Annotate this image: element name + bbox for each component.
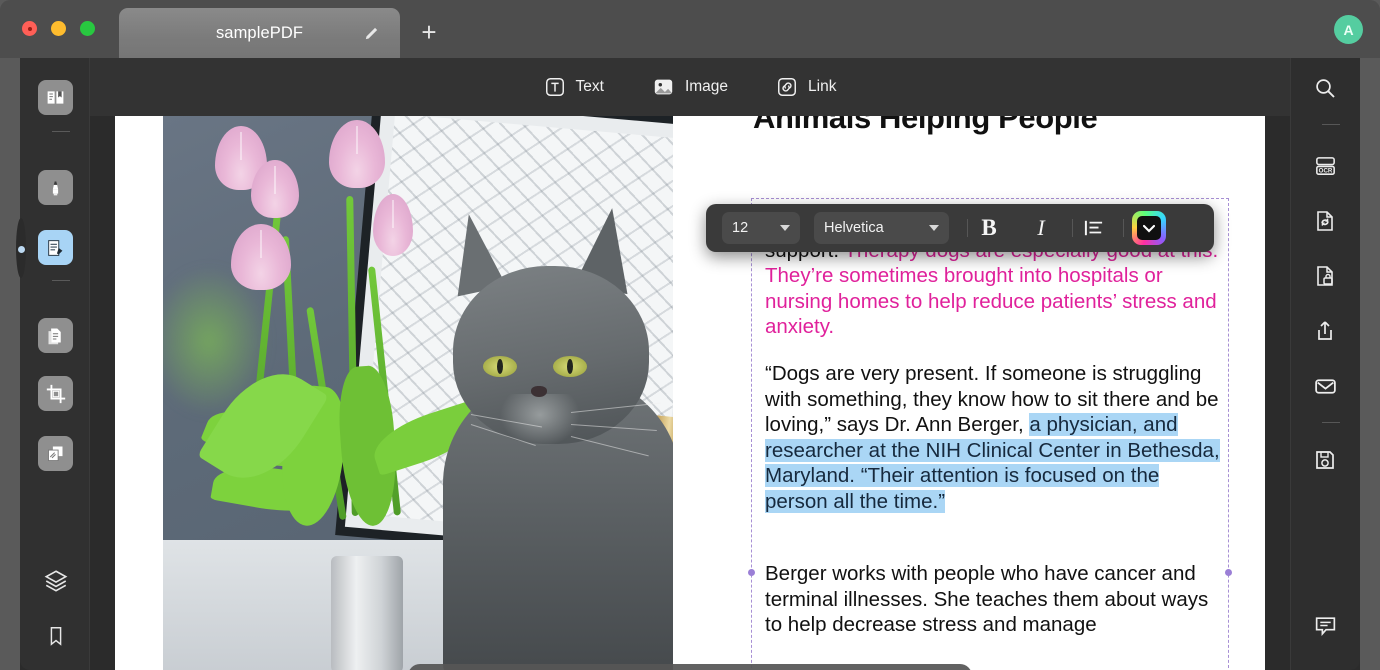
tool-text[interactable]: Text: [544, 76, 604, 98]
sidebar-item-bookmarks[interactable]: [38, 618, 73, 653]
zoom-page-toolbar: 141% 5 / 13: [408, 664, 972, 670]
comment-bubble-icon: [1313, 613, 1338, 638]
sidebar-item-annotate[interactable]: [38, 170, 73, 205]
font-size-value: 12: [732, 220, 748, 236]
format-divider-3: [1123, 219, 1124, 237]
sidebar-item-reader-view[interactable]: [38, 80, 73, 115]
maximize-window-button[interactable]: [80, 21, 95, 36]
sidebar-item-edit-pdf[interactable]: [38, 230, 73, 265]
document-tab[interactable]: samplePDF: [119, 8, 400, 58]
convert-document-icon: [1313, 209, 1337, 233]
window-left-edge: [0, 58, 20, 670]
main-shell: Text Image Link: [0, 58, 1380, 670]
tool-text-label: Text: [576, 78, 604, 96]
italic-button[interactable]: I: [1020, 212, 1062, 244]
color-swatch: [1137, 216, 1161, 240]
sidebar-item-watermark[interactable]: [38, 436, 73, 471]
lock-document-icon: [1313, 264, 1337, 288]
tool-image[interactable]: Image: [652, 76, 728, 98]
font-family-value: Helvetica: [824, 220, 884, 236]
title-bar: samplePDF + A: [0, 0, 1380, 58]
italic-label: I: [1037, 215, 1044, 241]
document-viewport[interactable]: Animals Helping People Animals can serve…: [90, 116, 1290, 670]
sidebar-item-share[interactable]: [1308, 314, 1342, 348]
page-text-column: Animals Helping People Animals can serve…: [733, 116, 1263, 670]
close-window-button[interactable]: [22, 21, 37, 36]
share-upload-icon: [1313, 319, 1337, 343]
highlighter-icon: [45, 177, 66, 198]
sidebar-divider-1: [52, 131, 70, 132]
left-sidebar: [20, 58, 90, 670]
active-tool-indicator: [18, 246, 25, 253]
sidebar-item-organize[interactable]: [38, 318, 73, 353]
crop-icon: [45, 383, 67, 405]
layers-icon: [43, 568, 69, 594]
bold-button[interactable]: B: [968, 212, 1010, 244]
align-button[interactable]: [1073, 212, 1115, 244]
photo-cat: [431, 204, 673, 670]
chevron-down-icon: [929, 225, 939, 231]
tool-link-label: Link: [808, 78, 836, 96]
font-size-select[interactable]: 12: [722, 212, 800, 244]
book-reader-icon: [45, 87, 66, 108]
right-divider-2: [1322, 422, 1340, 423]
search-icon: [1313, 76, 1337, 100]
floppy-save-icon: [1313, 448, 1337, 472]
sidebar-item-crop[interactable]: [38, 376, 73, 411]
right-sidebar: OCR: [1290, 58, 1360, 670]
page-image[interactable]: [163, 116, 673, 670]
new-tab-button[interactable]: +: [415, 19, 443, 47]
paragraph-2[interactable]: “Dogs are very present. If someone is st…: [765, 361, 1225, 515]
avatar[interactable]: A: [1334, 15, 1363, 44]
selection-handle-left[interactable]: [748, 569, 755, 576]
edit-document-icon: [45, 237, 67, 259]
pdf-page: Animals Helping People Animals can serve…: [115, 116, 1265, 670]
sidebar-item-search[interactable]: [1308, 71, 1342, 105]
paragraph-3[interactable]: Berger works with people who have cancer…: [765, 561, 1225, 638]
ocr-icon: OCR: [1313, 154, 1338, 179]
text-box-icon: [544, 76, 566, 98]
photo-vase: [331, 556, 403, 670]
sidebar-item-layers[interactable]: [38, 563, 73, 598]
tool-link[interactable]: Link: [776, 76, 836, 98]
sidebar-item-comment[interactable]: [1308, 608, 1342, 642]
chevron-down-icon: [1143, 224, 1155, 233]
svg-text:OCR: OCR: [1318, 167, 1332, 174]
format-toolbar: 12 Helvetica B I: [706, 204, 1214, 252]
app-window: samplePDF + A: [0, 0, 1380, 670]
sidebar-item-protect[interactable]: [1308, 259, 1342, 293]
sidebar-item-email[interactable]: [1308, 369, 1342, 403]
sidebar-item-convert[interactable]: [1308, 204, 1342, 238]
page-title: Animals Helping People: [753, 116, 1253, 136]
bold-label: B: [981, 215, 996, 241]
right-divider-1: [1322, 124, 1340, 125]
bookmark-icon: [45, 624, 67, 648]
sidebar-divider-2: [52, 280, 70, 281]
selection-handle-right[interactable]: [1225, 569, 1232, 576]
align-left-icon: [1083, 219, 1105, 237]
rename-pencil-icon[interactable]: [363, 25, 380, 42]
image-icon: [652, 76, 675, 98]
minimize-window-button[interactable]: [51, 21, 66, 36]
window-right-edge: [1360, 58, 1380, 670]
traffic-lights: [22, 21, 95, 36]
sidebar-item-ocr[interactable]: OCR: [1308, 149, 1342, 183]
pages-copy-icon: [45, 325, 66, 346]
link-icon: [776, 76, 798, 98]
sidebar-item-save[interactable]: [1308, 443, 1342, 477]
chevron-down-icon: [780, 225, 790, 231]
tool-image-label: Image: [685, 78, 728, 96]
tab-title: samplePDF: [216, 24, 303, 43]
paragraph-3-run-1: Berger works with people who have cancer…: [765, 562, 1208, 636]
top-toolbar: Text Image Link: [90, 58, 1290, 116]
color-picker-button[interactable]: [1132, 211, 1166, 245]
font-family-select[interactable]: Helvetica: [814, 212, 949, 244]
stacked-pages-icon: [45, 443, 66, 464]
envelope-icon: [1313, 374, 1338, 399]
